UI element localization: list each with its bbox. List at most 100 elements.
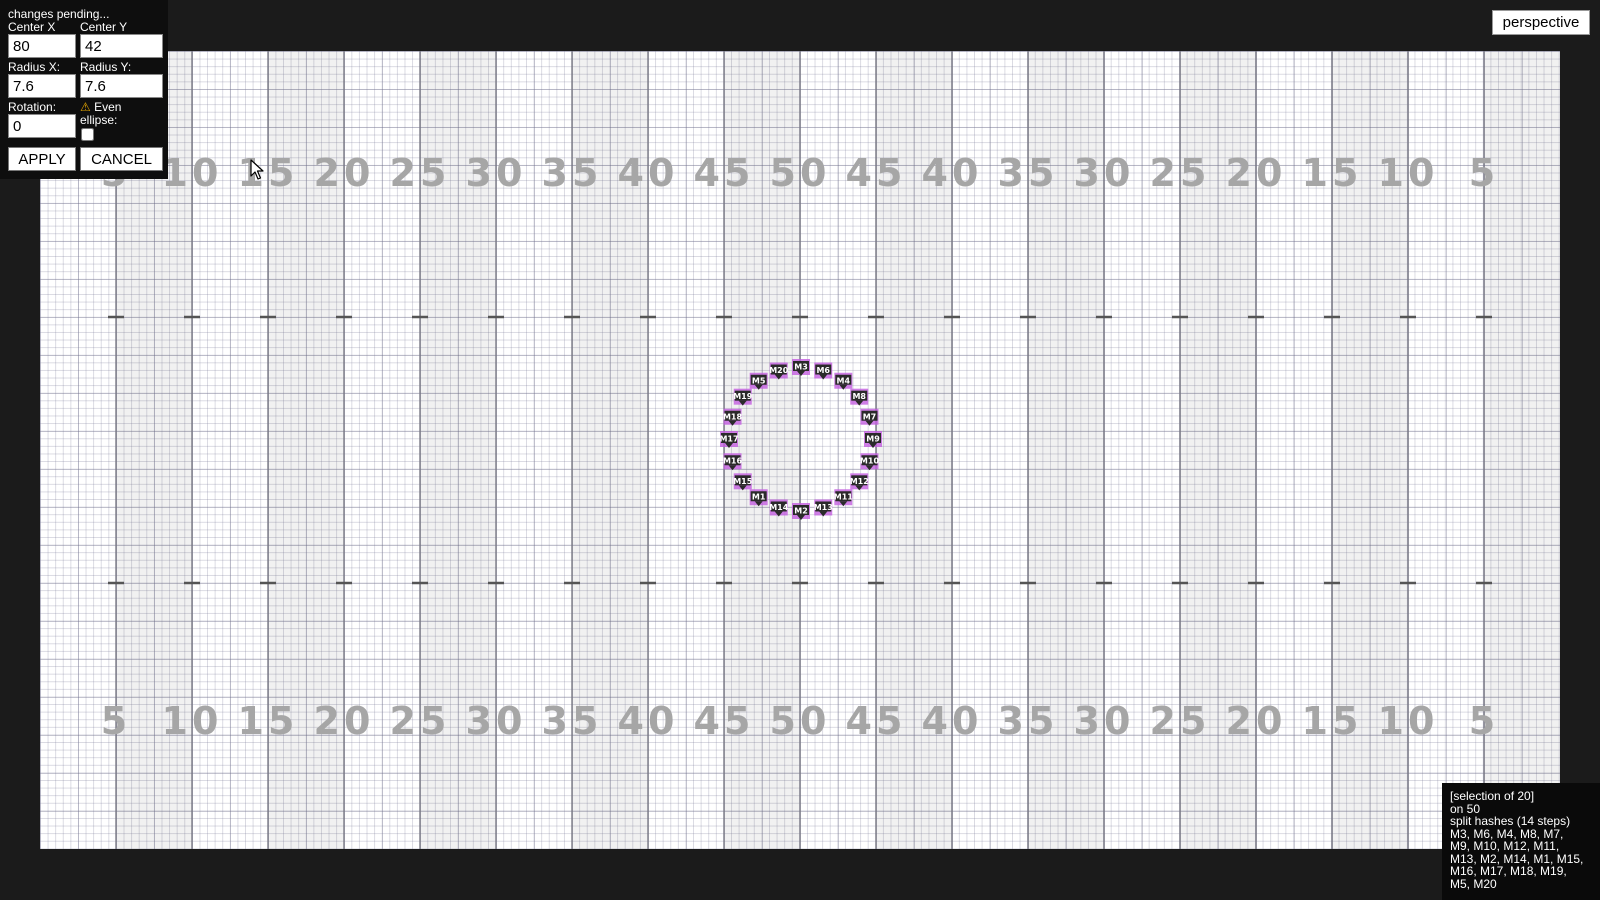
center-y-label: Center Y [80, 20, 128, 34]
yard-number: 45 [694, 151, 755, 195]
marcher-label: M20 [769, 366, 789, 375]
info-line: M16, M17, M18, M19, [1450, 864, 1567, 878]
info-line: M5, M20 [1450, 876, 1497, 891]
yard-number: 40 [922, 699, 983, 743]
yard-number: 50 [770, 151, 831, 195]
yard-number: 10 [162, 699, 223, 743]
perspective-button[interactable]: perspective [1492, 10, 1590, 35]
yard-number: 10 [1378, 699, 1439, 743]
yard-number: 30 [466, 699, 527, 743]
yard-number: 45 [694, 699, 755, 743]
even-ellipse-label-text: Even [94, 100, 122, 114]
yard-number: 10 [1378, 151, 1439, 195]
marcher-m9[interactable]: M9 [864, 431, 882, 448]
yard-number: 35 [542, 151, 603, 195]
marcher-m16[interactable]: M16 [723, 453, 743, 471]
yard-number: 30 [466, 151, 527, 195]
marcher-label: M8 [852, 392, 866, 401]
yard-number: 30 [1074, 151, 1135, 195]
marcher-label: M9 [866, 435, 880, 444]
marcher-m18[interactable]: M18 [723, 408, 743, 426]
ellipse-edit-panel: changes pending... Center X Center Y Rad… [0, 0, 168, 179]
yard-number: 5 [1469, 151, 1499, 195]
warning-icon: ⚠ [80, 100, 91, 114]
yard-number: 15 [1302, 699, 1363, 743]
yard-number: 5 [1469, 699, 1499, 743]
yard-number: 20 [1226, 151, 1287, 195]
marcher-m19[interactable]: M19 [733, 388, 753, 406]
yard-number: 15 [1302, 151, 1363, 195]
radius-x-input[interactable] [8, 74, 76, 98]
yard-number: 10 [162, 151, 223, 195]
yard-number: 20 [314, 151, 375, 195]
marcher-label: M6 [816, 366, 830, 375]
center-y-input[interactable] [80, 34, 163, 58]
marcher-label: M12 [850, 477, 869, 486]
marcher-m14[interactable]: M14 [769, 499, 789, 517]
marcher-label: M3 [794, 363, 808, 372]
yard-number: 25 [1150, 699, 1211, 743]
yard-number: 30 [1074, 699, 1135, 743]
marcher-m17[interactable]: M17 [719, 431, 739, 448]
marcher-m5[interactable]: M5 [749, 372, 768, 390]
marcher-label: M10 [860, 457, 880, 466]
yard-number: 40 [618, 151, 679, 195]
marcher-label: M4 [837, 376, 851, 385]
yard-number: 25 [1150, 151, 1211, 195]
radius-y-input[interactable] [80, 74, 163, 98]
radius-x-label: Radius X: [8, 60, 61, 74]
yard-number: 50 [770, 699, 831, 743]
marcher-m12[interactable]: M12 [850, 473, 869, 491]
status-text: changes pending... [8, 7, 110, 21]
center-x-input[interactable] [8, 34, 76, 58]
yard-number: 35 [998, 699, 1059, 743]
even-ellipse-checkbox[interactable] [81, 128, 94, 141]
yard-number: 25 [390, 151, 451, 195]
marcher-m3[interactable]: M3 [792, 359, 810, 376]
even-ellipse-label: ⚠ Even [80, 101, 121, 113]
marcher-m13[interactable]: M13 [814, 499, 833, 517]
selection-info-box: [selection of 20] on 50 split hashes (14 s… [1442, 783, 1600, 900]
yard-number: 15 [238, 699, 299, 743]
cancel-button[interactable]: CANCEL [80, 147, 163, 171]
marcher-label: M16 [723, 457, 743, 466]
marcher-m10[interactable]: M10 [860, 453, 880, 471]
marcher-m20[interactable]: M20 [769, 362, 789, 380]
mouse-pointer-icon [250, 159, 264, 180]
yard-number: 5 [101, 699, 131, 743]
marcher-m1[interactable]: M1 [749, 489, 768, 507]
marcher-m11[interactable]: M11 [834, 489, 854, 507]
marcher-label: M18 [723, 412, 743, 421]
yard-number: 35 [542, 699, 603, 743]
rotation-input[interactable] [8, 114, 76, 138]
marcher-label: M5 [752, 376, 766, 385]
marcher-label: M19 [733, 392, 753, 401]
info-line: [selection of 20] [1450, 789, 1535, 803]
marcher-m8[interactable]: M8 [850, 388, 869, 406]
apply-button[interactable]: APPLY [8, 147, 76, 171]
marcher-m4[interactable]: M4 [834, 372, 853, 390]
drill-field[interactable]: 5 5 10 10 15 15 20 20 25 25 30 30 35 35 40 40 45 45 50 50 45… [40, 51, 1560, 849]
marcher-label: M11 [834, 493, 854, 502]
yard-number: 15 [238, 151, 299, 195]
even-ellipse-label-2: ellipse: [80, 113, 118, 127]
marcher-label: M14 [769, 503, 789, 512]
marcher-m2[interactable]: M2 [792, 503, 810, 520]
marcher-label: M2 [794, 507, 808, 516]
marcher-m6[interactable]: M6 [814, 362, 833, 380]
marcher-label: M15 [733, 477, 753, 486]
marcher-m15[interactable]: M15 [733, 473, 753, 491]
rotation-label: Rotation: [8, 100, 57, 114]
info-line: split hashes (14 steps) [1450, 814, 1571, 828]
yard-number: 45 [846, 699, 907, 743]
yard-number: 20 [314, 699, 375, 743]
yard-number: 20 [1226, 699, 1287, 743]
yard-number: 35 [998, 151, 1059, 195]
marcher-label: M17 [719, 435, 738, 444]
marcher-label: M1 [752, 493, 766, 502]
center-x-label: Center X [8, 20, 56, 34]
yard-number: 40 [922, 151, 983, 195]
marcher-m7[interactable]: M7 [860, 408, 879, 426]
yard-number: 40 [618, 699, 679, 743]
marcher-label: M7 [863, 412, 877, 421]
